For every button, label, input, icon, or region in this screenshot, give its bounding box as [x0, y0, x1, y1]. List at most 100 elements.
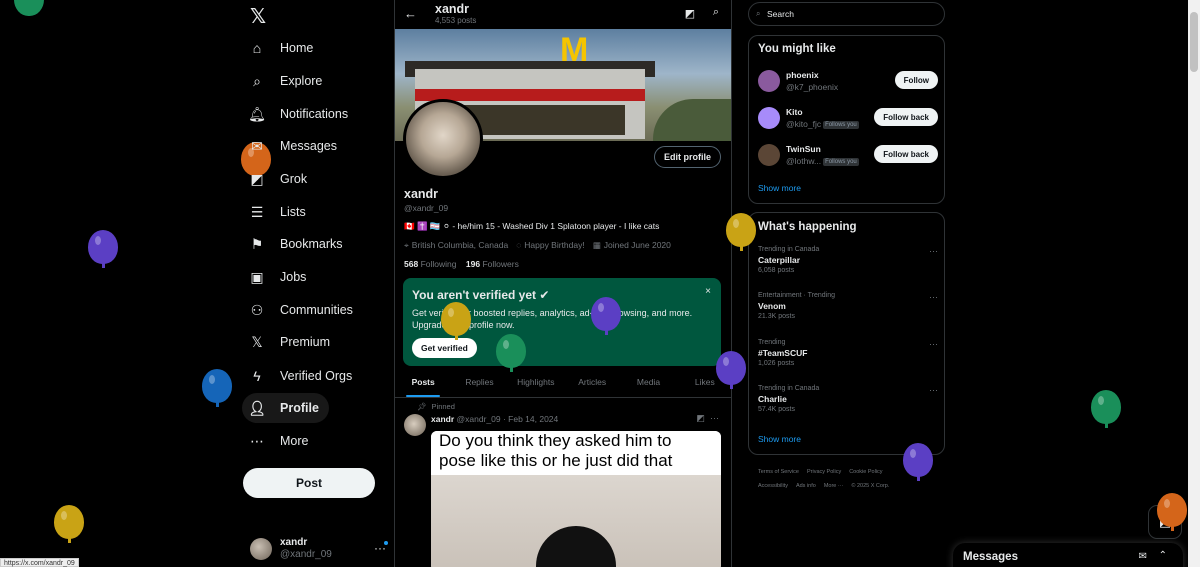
follow-button[interactable]: Follow	[894, 71, 938, 89]
briefcase-icon: ▣	[250, 268, 264, 285]
more-icon[interactable]: ···	[710, 413, 719, 423]
app-root: 𝕏 ⌂ Home ⌕ Explore 🔔︎ Notifications ✉ Messages ◩…	[0, 0, 1200, 567]
sidebar-item-label: Profile	[280, 401, 319, 415]
more-icon[interactable]: ···	[374, 541, 386, 555]
messages-drawer[interactable]: Messages ✉ ⌃	[953, 543, 1183, 567]
scrollbar-thumb[interactable]	[1190, 12, 1198, 72]
profile-handle: @xandr_09	[404, 203, 449, 213]
sidebar-item-verified-orgs[interactable]: ϟ Verified Orgs	[242, 361, 362, 391]
sidebar-item-home[interactable]: ⌂ Home	[242, 33, 323, 63]
trend-item[interactable]: Trending in Canada Charlie 57.4K posts ···	[758, 385, 938, 413]
balloon-decoration	[202, 369, 232, 407]
grok-icon: ◩	[250, 170, 264, 187]
sidebar-item-messages[interactable]: ✉ Messages	[242, 131, 347, 161]
sidebar-item-label: Messages	[280, 139, 337, 153]
balloon-decoration	[591, 297, 621, 335]
suggested-user[interactable]: phoenix @k7_phoenix Follow	[758, 68, 938, 96]
sidebar-item-more[interactable]: ⋯ More	[242, 426, 318, 456]
sidebar-item-notifications[interactable]: 🔔︎ Notifications	[242, 99, 358, 129]
chevron-up-icon[interactable]: ⌃	[1159, 550, 1167, 561]
sidebar-item-label: Jobs	[280, 270, 307, 284]
footer-link[interactable]: Ads info	[796, 483, 816, 489]
arches-logo: M	[560, 31, 589, 69]
home-icon: ⌂	[252, 40, 262, 56]
sidebar-item-label: Verified Orgs	[280, 369, 353, 383]
tab-media[interactable]: Media	[620, 368, 676, 397]
birthday: ◌ Happy Birthday!	[516, 240, 585, 250]
balloon-decoration	[1157, 493, 1187, 531]
sidebar-item-label: Communities	[280, 303, 353, 317]
footer-link[interactable]: Cookie Policy	[849, 469, 882, 475]
show-more-link[interactable]: Show more	[758, 183, 801, 193]
premium-icon: 𝕏	[251, 333, 263, 350]
tab-posts[interactable]: Posts	[395, 368, 451, 397]
follow-button[interactable]: Follow back	[874, 145, 938, 163]
following-link[interactable]: 568 Following	[404, 259, 456, 269]
more-icon[interactable]: ···	[929, 292, 938, 302]
who-to-follow: You might like phoenix @k7_phoenix Follow K…	[748, 35, 945, 204]
footer-link[interactable]: Accessibility	[758, 483, 788, 489]
pin-icon: 📌︎	[417, 402, 427, 411]
avatar[interactable]	[404, 414, 426, 436]
back-arrow-icon[interactable]: ←	[404, 6, 417, 21]
footer-link[interactable]: Privacy Policy	[807, 469, 841, 475]
suggested-user[interactable]: Kito @kito_fjc Follows you Follow back	[758, 105, 938, 133]
trend-item[interactable]: Trending #TeamSCUF 1,026 posts ···	[758, 339, 938, 367]
sidebar-item-jobs[interactable]: ▣ Jobs	[242, 262, 316, 292]
trend-posts: 21.3K posts	[758, 313, 795, 320]
tweet-header: xandr @xandr_09 · Feb 14, 2024	[431, 414, 559, 424]
tab-articles[interactable]: Articles	[564, 368, 620, 397]
avatar	[758, 144, 780, 166]
more-icon[interactable]: ···	[929, 246, 938, 256]
balloon-decoration	[903, 443, 933, 481]
sidebar-item-grok[interactable]: ◩ Grok	[242, 164, 317, 194]
balloon-decoration	[496, 334, 526, 372]
right-sidebar: ⌕ Search You might like phoenix @k7_phoeni…	[748, 0, 946, 567]
edit-profile-button[interactable]: Edit profile	[654, 146, 721, 168]
balloon-decoration	[54, 505, 84, 543]
person-icon: 👤︎	[248, 399, 266, 416]
user-name: TwinSun	[786, 144, 821, 154]
trend-context: Trending in Canada	[758, 246, 820, 253]
get-verified-button[interactable]: Get verified	[412, 338, 477, 358]
profile-avatar[interactable]	[403, 99, 483, 179]
follow-counts: 568 Following 196 Followers	[404, 259, 519, 269]
grok-icon[interactable]: ◩	[685, 7, 695, 20]
sidebar-item-explore[interactable]: ⌕ Explore	[242, 66, 332, 96]
more-icon[interactable]: ···	[929, 339, 938, 349]
post-button[interactable]: Post	[243, 468, 375, 498]
follow-button[interactable]: Follow back	[874, 108, 938, 126]
sidebar-item-profile[interactable]: 👤︎ Profile	[242, 393, 329, 423]
more-icon[interactable]: ···	[929, 385, 938, 395]
grok-icon[interactable]: ◩	[696, 413, 705, 423]
tab-replies[interactable]: Replies	[451, 368, 507, 397]
avatar	[758, 107, 780, 129]
footer-link[interactable]: Terms of Service	[758, 469, 799, 475]
sidebar-item-communities[interactable]: ⚇ Communities	[242, 295, 363, 325]
sidebar-item-lists[interactable]: ☰ Lists	[242, 197, 316, 227]
close-icon[interactable]: ×	[705, 286, 711, 297]
followers-link[interactable]: 196 Followers	[466, 259, 519, 269]
account-switcher[interactable]: xandr @xandr_09 ···	[250, 535, 392, 563]
suggested-user[interactable]: TwinSun @lothw... Follows you Follow back	[758, 142, 938, 170]
sidebar-item-premium[interactable]: 𝕏 Premium	[242, 327, 340, 357]
tab-highlights[interactable]: Highlights	[508, 368, 564, 397]
avatar	[250, 538, 272, 560]
search-input[interactable]: ⌕ Search	[748, 2, 945, 26]
verified-badge-icon: ✔	[539, 288, 550, 302]
lists-icon: ☰	[250, 203, 264, 220]
new-message-icon[interactable]: ✉	[1139, 551, 1147, 562]
scrollbar[interactable]	[1188, 0, 1200, 567]
show-more-link[interactable]: Show more	[758, 434, 801, 444]
trend-item[interactable]: Trending in Canada Caterpillar 6,058 posts…	[758, 246, 938, 274]
trend-name: Charlie	[758, 394, 787, 404]
sidebar-item-bookmarks[interactable]: ⚑ Bookmarks	[242, 229, 353, 259]
x-logo[interactable]: 𝕏	[250, 4, 272, 28]
tweet-image[interactable]: Do you think they asked him to pose like…	[431, 431, 721, 567]
search-icon[interactable]: ⌕	[713, 6, 719, 19]
user-handle: @kito_fjc Follows you	[786, 119, 859, 129]
search-icon: ⌕	[253, 72, 261, 89]
footer-link[interactable]: More ···	[824, 483, 844, 489]
trend-item[interactable]: Entertainment · Trending Venom 21.3K posts…	[758, 292, 938, 320]
follows-you-badge: Follows you	[823, 120, 859, 129]
